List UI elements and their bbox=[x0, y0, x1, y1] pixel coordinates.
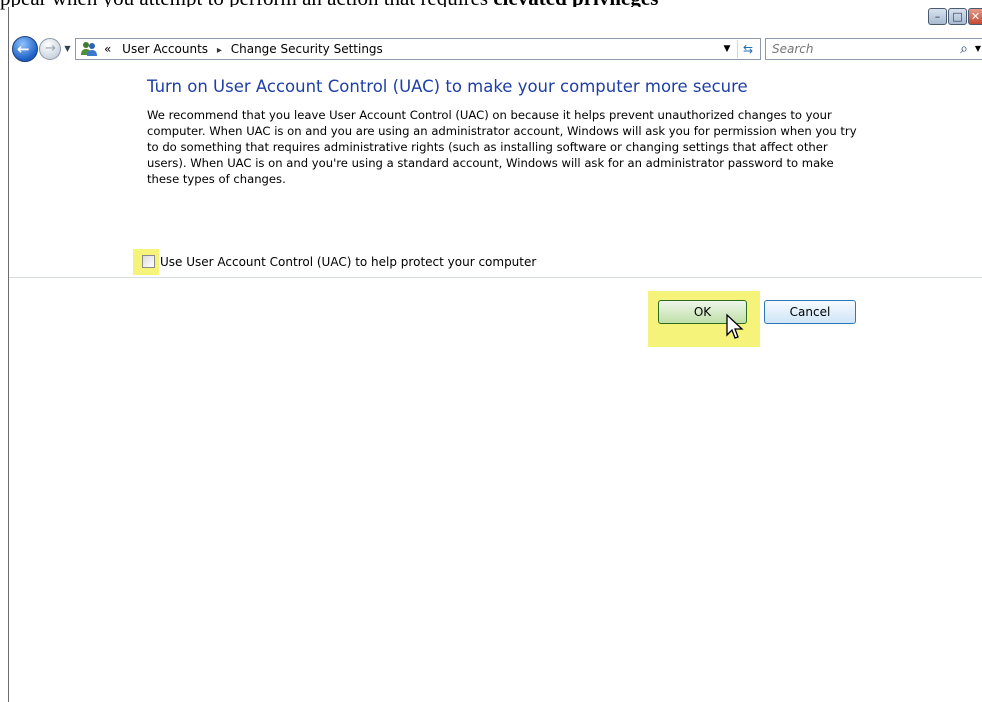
checkbox-highlight bbox=[133, 249, 159, 275]
breadcrumb-overflow[interactable]: « bbox=[104, 42, 111, 56]
address-dropdown[interactable]: ▼ bbox=[720, 39, 734, 59]
maximize-icon: □ bbox=[952, 10, 963, 23]
refresh-button[interactable]: ⇆ bbox=[737, 40, 758, 58]
search-options-dropdown[interactable]: ▼ bbox=[975, 40, 981, 58]
mouse-pointer-icon bbox=[726, 313, 744, 339]
uac-checkbox-row: Use User Account Control (UAC) to help p… bbox=[133, 249, 536, 275]
close-button[interactable]: ✕ bbox=[968, 8, 982, 25]
search-input[interactable] bbox=[768, 40, 956, 58]
window-controls: – □ ✕ bbox=[927, 8, 982, 26]
back-button[interactable]: ← bbox=[12, 36, 38, 62]
breadcrumb-item-user-accounts[interactable]: User Accounts bbox=[122, 42, 208, 56]
breadcrumb-separator[interactable]: ▸ bbox=[217, 45, 222, 56]
back-arrow-icon: ← bbox=[17, 40, 30, 58]
divider bbox=[9, 277, 982, 278]
forward-button[interactable]: → bbox=[39, 38, 61, 60]
user-accounts-icon bbox=[81, 42, 97, 56]
uac-description: We recommend that you leave User Account… bbox=[147, 108, 857, 186]
uac-checkbox-label[interactable]: Use User Account Control (UAC) to help p… bbox=[160, 255, 536, 269]
close-icon: ✕ bbox=[970, 10, 981, 23]
breadcrumb-item-change-security-settings[interactable]: Change Security Settings bbox=[231, 42, 383, 56]
control-panel-window: – □ ✕ ← → ▼ « User Accounts ▸ Change Sec… bbox=[8, 7, 982, 702]
search-box[interactable]: ⌕ ▼ bbox=[765, 38, 982, 60]
maximize-button[interactable]: □ bbox=[948, 8, 967, 25]
search-icon[interactable]: ⌕ bbox=[960, 40, 968, 58]
minimize-icon: – bbox=[934, 10, 941, 23]
uac-checkbox[interactable] bbox=[142, 255, 155, 268]
navigation-bar: ← → ▼ « User Accounts ▸ Change Security … bbox=[9, 33, 982, 65]
breadcrumb: « User Accounts ▸ Change Security Settin… bbox=[104, 39, 383, 59]
minimize-button[interactable]: – bbox=[928, 8, 947, 25]
address-bar[interactable]: « User Accounts ▸ Change Security Settin… bbox=[75, 38, 761, 60]
cancel-button[interactable]: Cancel bbox=[764, 300, 856, 324]
recent-pages-dropdown[interactable]: ▼ bbox=[62, 39, 73, 59]
forward-arrow-icon: → bbox=[45, 41, 56, 56]
page-title: Turn on User Account Control (UAC) to ma… bbox=[147, 77, 748, 96]
